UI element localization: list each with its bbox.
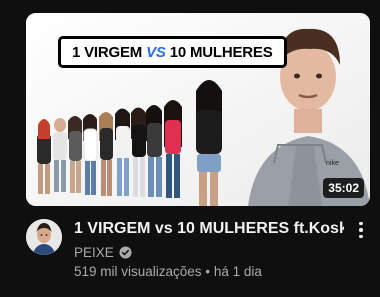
upload-age: há 1 dia (213, 264, 262, 279)
verified-check-icon (119, 245, 132, 259)
svg-text:nike: nike (326, 160, 339, 167)
more-vert-icon (359, 221, 363, 226)
duration-badge: 35:02 (323, 178, 364, 198)
video-thumbnail[interactable]: nike 1 VIRGEM VS 10 MULHERES 35:02 (26, 13, 370, 206)
more-options-button[interactable] (352, 219, 370, 241)
video-title[interactable]: 1 VIRGEM vs 10 MULHERES ft.Kosky (74, 219, 344, 239)
view-count: 519 mil visualizações (74, 264, 202, 279)
video-card[interactable]: nike 1 VIRGEM VS 10 MULHERES 35:02 1 VIR… (0, 0, 380, 297)
channel-name[interactable]: PEIXE (74, 245, 114, 260)
avatar-image (26, 219, 62, 255)
thumbnail-overlay-title: 1 VIRGEM VS 10 MULHERES (58, 36, 287, 68)
metadata-separator: • (205, 264, 211, 279)
video-metadata: 519 mil visualizações • há 1 dia (74, 264, 262, 279)
more-vert-icon-dot (359, 234, 363, 239)
thumbnail-text-left: 1 VIRGEM (72, 43, 143, 61)
more-vert-icon-dot (359, 228, 363, 232)
channel-row[interactable]: PEIXE (74, 243, 132, 261)
thumbnail-text-vs: VS (146, 43, 166, 61)
thumbnail-text-right: 10 MULHERES (169, 43, 273, 61)
channel-avatar[interactable] (26, 219, 62, 255)
